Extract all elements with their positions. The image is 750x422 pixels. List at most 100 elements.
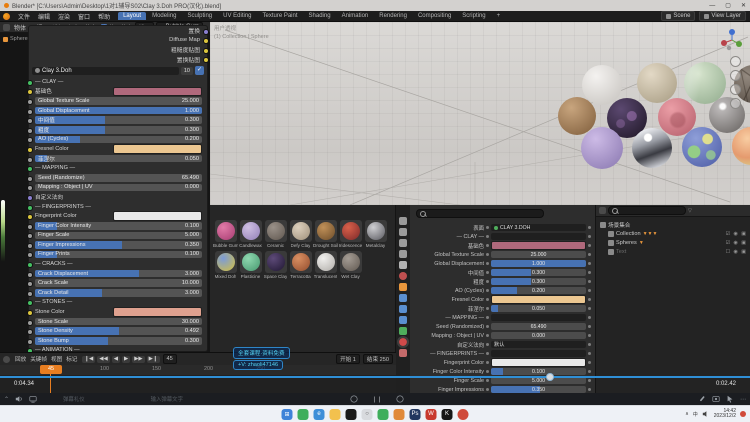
edge-browser-icon[interactable]: e — [314, 409, 325, 420]
property-field[interactable] — [491, 314, 586, 321]
anim-dot-icon[interactable] — [486, 289, 489, 292]
properties-tab-particles[interactable] — [399, 305, 407, 313]
more-options-icon[interactable]: ⋯ — [740, 396, 746, 403]
input-socket[interactable] — [27, 339, 33, 345]
input-socket[interactable] — [27, 176, 33, 182]
decorator-dot-icon[interactable] — [588, 343, 591, 346]
funnel-filter-icon[interactable]: ▽ — [688, 208, 692, 214]
color-ramp-node-edge[interactable] — [1, 200, 5, 262]
property-slider[interactable]: 0.000 — [491, 332, 586, 339]
zoom-tool-icon[interactable] — [730, 56, 741, 67]
jump-to-end-button[interactable]: ▶❙ — [147, 356, 160, 363]
node-slider[interactable]: AO (Cycles)0.200 — [35, 136, 202, 144]
workspace-tab-Scripting[interactable]: Scripting — [457, 12, 490, 20]
decorator-dot-icon[interactable] — [588, 262, 591, 265]
workspace-tab-Shading[interactable]: Shading — [304, 12, 336, 20]
input-socket[interactable] — [27, 137, 33, 143]
input-socket[interactable] — [27, 185, 33, 191]
ps-app-icon[interactable]: Ps — [410, 409, 421, 420]
property-slider[interactable]: 0.050 — [491, 305, 586, 312]
properties-tab-modifiers[interactable] — [399, 294, 407, 302]
node-slider[interactable]: 菲涅尔0.050 — [35, 155, 202, 163]
windows-start-icon[interactable]: ⊞ — [282, 409, 293, 420]
navigation-gizmo[interactable] — [720, 28, 744, 52]
asset-metalclay[interactable]: Metalclay — [363, 220, 388, 248]
minimize-button[interactable]: — — [709, 3, 715, 9]
timeline-menu-标记[interactable]: 标记 — [64, 355, 79, 363]
taskbar-clock[interactable]: 14:42 2023/12/2 — [714, 409, 736, 420]
asset-space-clay[interactable]: Space Clay — [263, 251, 288, 279]
property-field[interactable] — [491, 233, 586, 240]
badge-right-icon[interactable] — [396, 395, 404, 403]
asset-mixed-doh[interactable]: Mixed Doh — [213, 251, 238, 279]
node-slider[interactable]: Stone Density0.492 — [35, 327, 202, 335]
wps-icon[interactable]: W — [426, 409, 437, 420]
wechat-icon[interactable] — [378, 409, 389, 420]
node-slider[interactable]: 中间值0.300 — [35, 116, 202, 124]
decorator-dot-icon[interactable] — [588, 352, 591, 355]
node-slider[interactable]: Stone Bump0.300 — [35, 337, 202, 345]
prev-keyframe-button[interactable]: ◀◀ — [97, 356, 109, 363]
decorator-dot-icon[interactable] — [588, 361, 591, 364]
input-socket[interactable] — [27, 233, 33, 239]
outliner-search-input[interactable] — [608, 206, 686, 215]
node-slider[interactable]: Crack Detail3.000 — [35, 289, 202, 297]
properties-tab-object-data[interactable] — [399, 327, 407, 335]
view-layer-selector[interactable]: View Layer — [699, 11, 746, 21]
decorator-dot-icon[interactable] — [588, 379, 591, 382]
collapse-chevron-icon[interactable]: ⌃ — [4, 396, 9, 403]
viewport-3d[interactable]: 用户透视 (1) Collection | Sphere — [210, 22, 750, 205]
output-socket[interactable] — [203, 29, 209, 35]
input-socket[interactable] — [27, 128, 33, 134]
mixed-doh-ball[interactable] — [682, 127, 722, 167]
decorator-dot-icon[interactable] — [588, 280, 591, 283]
properties-tab-scene[interactable] — [399, 261, 407, 269]
output-socket[interactable] — [203, 57, 209, 63]
defy-clay-ball[interactable] — [637, 63, 677, 103]
pencil-note-icon[interactable] — [698, 395, 706, 403]
properties-tab-material[interactable] — [399, 338, 407, 346]
property-slider[interactable]: 0.300 — [491, 278, 586, 285]
node-slider[interactable]: Seed (Randomize)65.490 — [35, 174, 202, 182]
input-socket[interactable] — [27, 89, 33, 95]
blender-icon[interactable] — [458, 409, 469, 420]
input-socket[interactable] — [27, 310, 33, 316]
outliner-item-spheres[interactable]: Spheres▼☑ ◉ ▣ — [600, 238, 747, 247]
topbar-menu-帮助[interactable]: 帮助 — [94, 12, 114, 21]
decorator-dot-icon[interactable] — [588, 370, 591, 373]
color-swatch[interactable] — [113, 144, 202, 154]
anim-dot-icon[interactable] — [486, 361, 489, 364]
jump-to-start-button[interactable]: ❙◀ — [82, 356, 95, 363]
asset-translucent[interactable]: Translucent — [313, 251, 338, 279]
blender-menu-icon[interactable] — [3, 13, 10, 20]
workspace-tab-Compositing[interactable]: Compositing — [413, 12, 456, 20]
workspace-tab-Texture Paint[interactable]: Texture Paint — [258, 12, 303, 20]
properties-tab-texture[interactable] — [399, 349, 407, 357]
topbar-menu-渲染[interactable]: 渲染 — [54, 12, 74, 21]
decorator-dot-icon[interactable] — [588, 325, 591, 328]
close-button[interactable]: ✕ — [741, 2, 746, 9]
properties-tab-view-layer[interactable] — [399, 250, 407, 258]
decorator-dot-icon[interactable] — [588, 388, 591, 391]
anim-dot-icon[interactable] — [486, 226, 489, 229]
properties-tab-tool[interactable] — [399, 217, 407, 225]
property-slider[interactable]: 0.300 — [491, 269, 586, 276]
input-socket[interactable] — [27, 329, 33, 335]
output-socket[interactable] — [203, 38, 209, 44]
asset-wet-clay[interactable]: Wet Clay — [338, 251, 363, 279]
input-socket[interactable] — [27, 157, 33, 163]
frame-end-field[interactable]: 结束 250 — [363, 354, 393, 364]
node-slider[interactable]: Mapping : Object | UV0.000 — [35, 184, 202, 192]
decorator-dot-icon[interactable] — [588, 316, 591, 319]
camera-view-icon[interactable] — [730, 84, 741, 95]
anim-dot-icon[interactable] — [486, 235, 489, 238]
anim-dot-icon[interactable] — [486, 388, 489, 391]
input-socket[interactable] — [27, 320, 33, 326]
decorator-dot-icon[interactable] — [588, 307, 591, 310]
asset-drought-soil[interactable]: Drought Soil — [313, 220, 338, 248]
current-frame-field[interactable]: 45 — [163, 354, 177, 364]
asset-ceramic[interactable]: Ceramic — [263, 220, 288, 248]
screenshot-icon[interactable] — [712, 395, 720, 403]
property-slider[interactable]: 0.200 — [491, 287, 586, 294]
timeline-menu-视图[interactable]: 视图 — [49, 355, 64, 363]
